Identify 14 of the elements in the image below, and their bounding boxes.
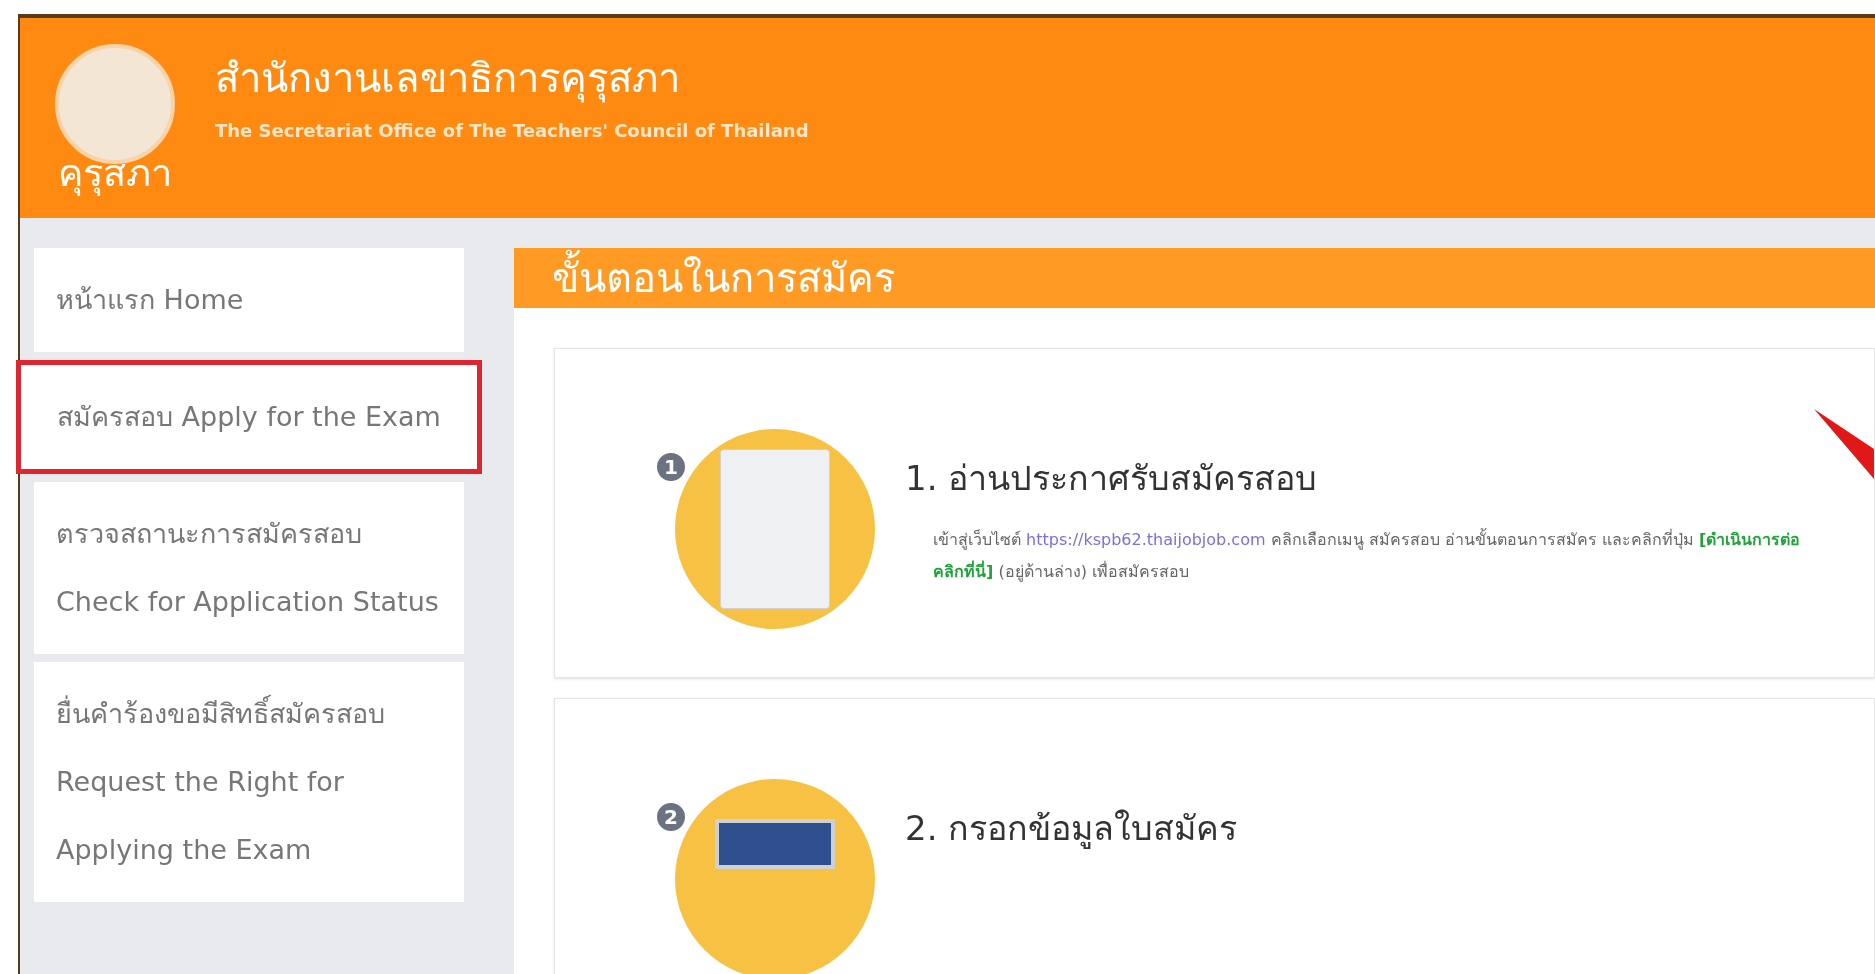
step-number: 1 — [655, 451, 687, 483]
site-subtitle: The Secretariat Office of The Teachers' Council of Thailand — [215, 118, 809, 143]
step-number: 2 — [655, 801, 687, 833]
panel-title: ขั้นตอนในการสมัคร — [552, 248, 895, 308]
arrow-icon — [1814, 409, 1874, 479]
step-title: 2. กรอกข้อมูลใบสมัคร — [905, 807, 1238, 851]
sidebar-item[interactable]: สมัครสอบ Apply for the Exam — [16, 360, 482, 474]
sidebar-item[interactable]: ตรวจสถานะการสมัครสอบ Check for Application Status — [34, 482, 464, 654]
site-title: สำนักงานเลขาธิการคุรุสภา — [215, 53, 681, 103]
sidebar-item[interactable]: ยื่นคำร้องขอมีสิทธิ์สมัครสอบ Request the Right for Applying the Exam — [34, 662, 464, 902]
step-description: เข้าสู่เว็บไซต์ https://kspb62.thaijobjob.com คลิกเลือกเมนู สมัครสอบ อ่านขั้นตอนการสมัคร และคลิกที่ปุ่ม [ดำเนินการต่อคลิกที่นี่] (อยู่ด้านล่าง) เพื่อสมัครสอบ — [932, 527, 1802, 584]
step-title: 1. อ่านประกาศรับสมัครสอบ — [905, 457, 1319, 500]
website-link[interactable]: https://kspb62.thaijobjob.com — [1026, 530, 1266, 549]
sidebar-item[interactable]: หน้าแรก Home — [34, 248, 464, 352]
